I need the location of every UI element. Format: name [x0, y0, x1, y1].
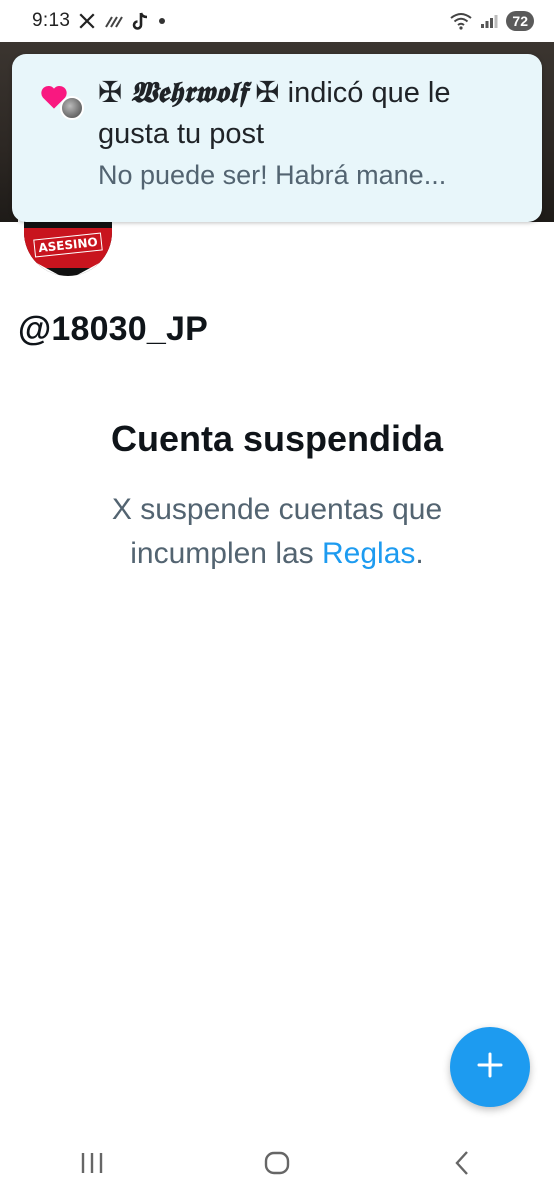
notification-user-avatar — [60, 96, 84, 120]
compose-post-button[interactable] — [450, 1027, 530, 1107]
notification-cross-right: ✠ — [255, 75, 280, 109]
wifi-icon — [450, 12, 473, 30]
dot-icon — [158, 17, 166, 25]
back-button[interactable] — [422, 1130, 502, 1200]
notification-body: No puede ser! Habrá mane... — [98, 160, 447, 190]
suspended-description: X suspende cuentas que incumplen las Reg… — [60, 488, 494, 576]
profile-handle: @18030_JP — [18, 310, 208, 348]
screen: 9:13 72 ASESINO ✠ 𝖂𝖊𝖍𝖗𝖜𝖔𝖑𝖋 ✠ indicó que … — [0, 0, 554, 1200]
notification-user-name: 𝖂𝖊𝖍𝖗𝖜𝖔𝖑𝖋 — [130, 75, 248, 109]
notification-cross-left: ✠ — [98, 75, 123, 109]
x-logo-icon — [78, 12, 96, 30]
recent-apps-button[interactable] — [52, 1130, 132, 1200]
notification-icons — [40, 84, 88, 120]
status-left: 9:13 — [32, 10, 166, 32]
status-time: 9:13 — [32, 10, 71, 31]
cell-signal-icon — [480, 13, 498, 29]
plus-icon — [476, 1051, 504, 1084]
signal-strength-icon — [104, 13, 124, 29]
like-notification[interactable]: ✠ 𝖂𝖊𝖍𝖗𝖜𝖔𝖑𝖋 ✠ indicó que le gusta tu post… — [12, 54, 542, 222]
system-navigation-bar — [0, 1130, 554, 1200]
home-button[interactable] — [237, 1130, 317, 1200]
status-right: 72 — [450, 11, 534, 31]
home-icon — [263, 1150, 291, 1181]
tiktok-icon — [132, 11, 150, 31]
suspended-title: Cuenta suspendida — [110, 418, 444, 459]
recent-apps-icon — [79, 1151, 105, 1180]
rules-link[interactable]: Reglas — [322, 537, 415, 570]
suspended-desc-period: . — [415, 537, 424, 570]
notification-title: ✠ 𝖂𝖊𝖍𝖗𝖜𝖔𝖑𝖋 ✠ indicó que le gusta tu post — [98, 72, 522, 155]
back-icon — [452, 1150, 472, 1181]
battery-icon: 72 — [506, 11, 534, 31]
status-bar: 9:13 72 — [0, 0, 554, 42]
